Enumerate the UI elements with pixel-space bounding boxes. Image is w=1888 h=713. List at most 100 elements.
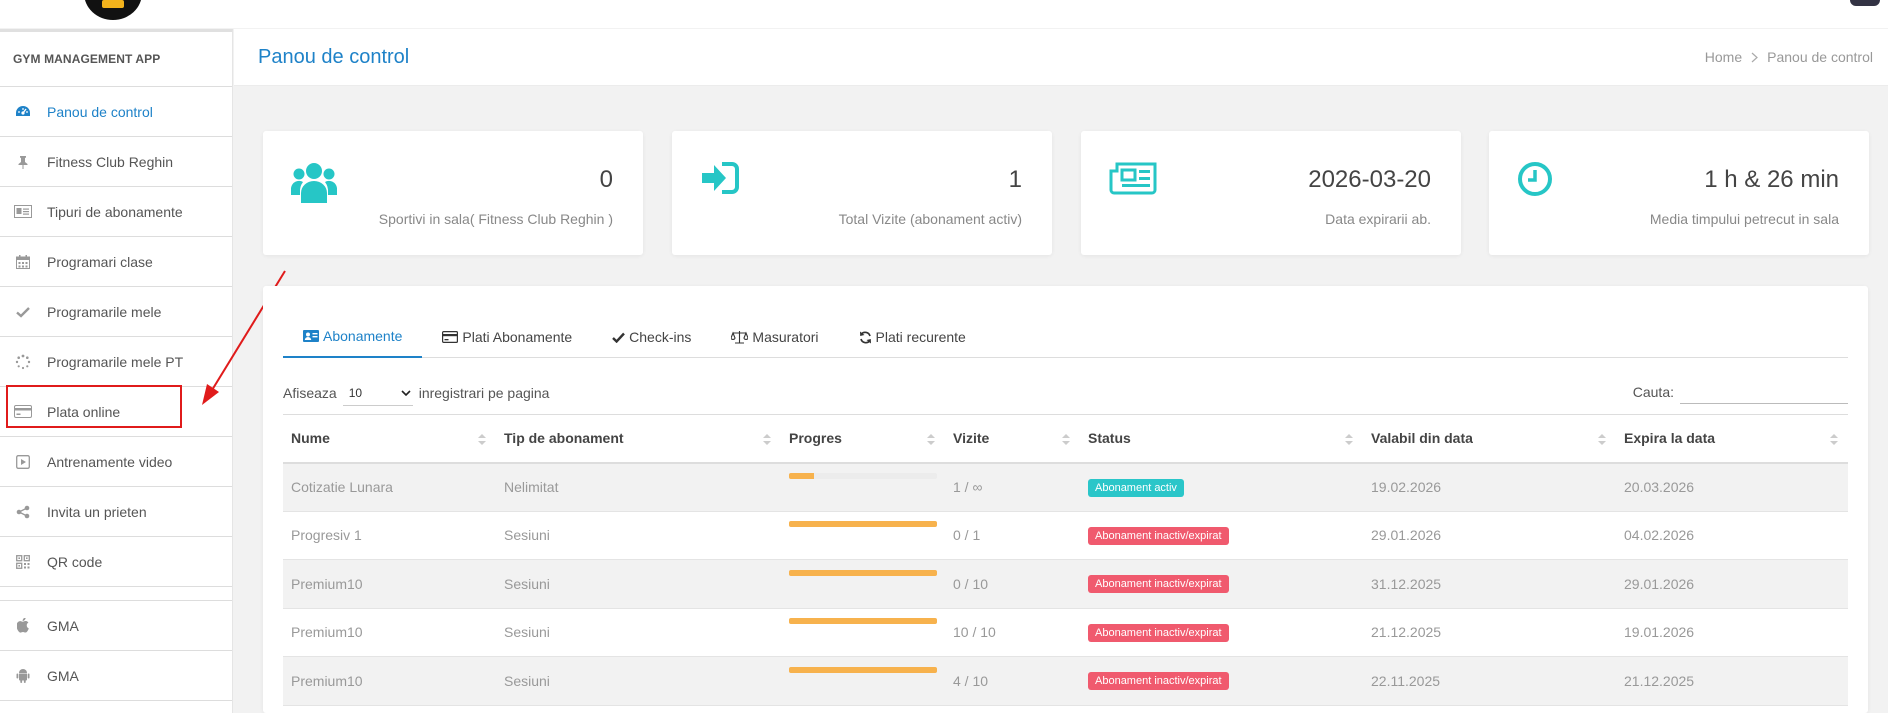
table-body: Cotizatie Lunara Nelimitat 1 / ∞ Abonament …	[283, 462, 1848, 706]
refresh-icon	[859, 331, 871, 343]
check-icon	[14, 304, 32, 320]
tab-plati-abonamente[interactable]: Plati Abonamente	[422, 316, 592, 358]
progress-bar-fill	[789, 666, 937, 673]
table-row[interactable]: Cotizatie Lunara Nelimitat 1 / ∞ Abonament …	[283, 462, 1848, 512]
sidebar-item-qr-code[interactable]: QR code	[0, 537, 232, 587]
qrcode-icon	[14, 554, 32, 570]
user-avatar[interactable]	[1850, 0, 1880, 6]
column-header[interactable]: Nume	[283, 415, 496, 463]
table-row[interactable]: Progresiv 1 Sesiuni 0 / 1 Abonament inactiv…	[283, 511, 1848, 560]
sort-icon	[478, 432, 486, 448]
cell-valid-from: 19.02.2026	[1371, 479, 1442, 495]
cell-visits: 1 / ∞	[953, 479, 983, 495]
stat-label: Data expirarii ab.	[1325, 211, 1431, 227]
stat-value: 1	[1008, 166, 1022, 193]
app-logo[interactable]	[84, 0, 142, 20]
cell-status: Abonament inactiv/expirat	[1080, 657, 1363, 706]
column-header[interactable]: Vizite	[945, 415, 1080, 463]
tab-check-ins[interactable]: Check-ins	[592, 316, 711, 358]
column-header-label: Valabil din data	[1371, 430, 1473, 447]
table-row[interactable]: Premium10 Sesiuni 4 / 10 Abonament inactiv/…	[283, 656, 1848, 706]
cell-status: Abonament inactiv/expirat	[1080, 511, 1363, 560]
cell-visits: 0 / 1	[953, 527, 981, 544]
dashboard-icon	[14, 104, 32, 120]
cell-progress	[781, 463, 945, 512]
balance-scale-icon	[731, 331, 749, 344]
tab-label: Masuratori	[752, 329, 819, 345]
calendar-icon	[14, 254, 32, 270]
progress-bar-fill	[789, 618, 937, 625]
column-header[interactable]: Progres	[781, 415, 945, 463]
cell-type: Nelimitat	[504, 479, 559, 495]
status-badge: Abonament inactiv/expirat	[1088, 672, 1229, 691]
sidebar-item-label: Antrenamente video	[47, 453, 173, 470]
table-row[interactable]: Premium10 Sesiuni 10 / 10 Abonament inactiv…	[283, 608, 1848, 657]
sidebar-item-fitness-club[interactable]: Fitness Club Reghin	[0, 137, 232, 187]
top-header	[0, 0, 1888, 28]
clock-icon	[1517, 161, 1553, 202]
subscriptions-panel: Abonamente Plati Abonamente Check-ins Ma…	[263, 286, 1868, 713]
chevron-right-icon	[1751, 52, 1759, 62]
search-input[interactable]	[1680, 380, 1848, 404]
play-icon	[14, 454, 32, 470]
cell-valid-from: 22.11.2025	[1371, 672, 1441, 689]
page-size-select[interactable]: 10	[342, 380, 413, 406]
stat-card-timp: 1 h & 26 min Media timpului petrecut in …	[1489, 131, 1869, 255]
column-header[interactable]: Tip de abonament	[496, 415, 781, 463]
column-header-label: Nume	[291, 430, 330, 447]
pin-icon	[14, 154, 32, 170]
tab-label: Plati Abonamente	[462, 329, 573, 345]
cell-visits: 4 / 10	[953, 672, 989, 689]
sidebar-item-invita-prieten[interactable]: Invita un prieten	[0, 487, 232, 537]
tab-label: Abonamente	[323, 328, 403, 344]
cell-expires: 20.03.2026	[1624, 479, 1695, 495]
page-header: Panou de control Home Panou de control	[234, 29, 1888, 86]
cell-name: Premium10	[291, 624, 363, 641]
id-card-icon	[303, 330, 319, 342]
tab-label: Check-ins	[629, 329, 692, 345]
sidebar-app-label: GMA	[47, 617, 79, 634]
breadcrumb-home[interactable]: Home	[1705, 49, 1742, 65]
sidebar-item-tipuri-abonamente[interactable]: Tipuri de abonamente	[0, 187, 232, 237]
share-icon	[14, 504, 32, 520]
sidebar-item-antrenamente-video[interactable]: Antrenamente video	[0, 437, 232, 487]
sidebar-item-label: Programarile mele	[47, 303, 162, 320]
column-header[interactable]: Status	[1080, 415, 1363, 463]
progress-bar	[789, 521, 937, 528]
tab-bar: Abonamente Plati Abonamente Check-ins Ma…	[283, 316, 1848, 358]
cell-visits: 10 / 10	[953, 624, 996, 641]
sidebar-item-label: Programari clase	[47, 253, 153, 270]
search-control: Cauta:	[1633, 380, 1848, 404]
sidebar-app-title: GYM MANAGEMENT APP	[0, 32, 232, 87]
table-row[interactable]: Premium10 Sesiuni 0 / 10 Abonament inactiv/…	[283, 559, 1848, 608]
sidebar-item-label: Invita un prieten	[47, 503, 147, 520]
cell-name: Premium10	[291, 672, 363, 689]
sort-icon	[1830, 432, 1838, 448]
tab-abonamente[interactable]: Abonamente	[283, 316, 423, 358]
cell-type: Sesiuni	[504, 672, 550, 689]
sort-icon	[1062, 432, 1070, 448]
spinner-icon	[14, 354, 32, 370]
cell-expires: 21.12.2025	[1624, 672, 1695, 689]
cell-valid-from: 21.12.2025	[1371, 624, 1442, 641]
sidebar-divider	[0, 587, 232, 601]
page-size-control: Afiseaza 10 inregistrari pe pagina	[283, 380, 549, 406]
sidebar-app-android[interactable]: GMA	[0, 651, 232, 701]
newspaper-icon	[1109, 161, 1157, 200]
column-header[interactable]: Valabil din data	[1363, 415, 1616, 463]
stat-label: Media timpului petrecut in sala	[1649, 211, 1839, 227]
apple-icon	[14, 618, 32, 634]
sidebar-item-panou-de-control[interactable]: Panou de control	[0, 87, 232, 137]
sort-icon	[1598, 432, 1606, 448]
stat-label: Total Vizite (abonament activ)	[838, 211, 1022, 227]
column-header[interactable]: Expira la data	[1616, 415, 1848, 463]
breadcrumb: Home Panou de control	[1705, 49, 1873, 65]
cell-expires: 29.01.2026	[1624, 575, 1695, 592]
tab-masuratori[interactable]: Masuratori	[711, 316, 838, 358]
tab-plati-recurente[interactable]: Plati recurente	[839, 316, 986, 358]
page-size-value: 10	[348, 385, 363, 400]
tab-label: Plati recurente	[875, 329, 966, 345]
sort-icon	[1345, 432, 1353, 448]
sidebar-app-ios[interactable]: GMA	[0, 601, 232, 651]
users-icon	[291, 161, 337, 208]
